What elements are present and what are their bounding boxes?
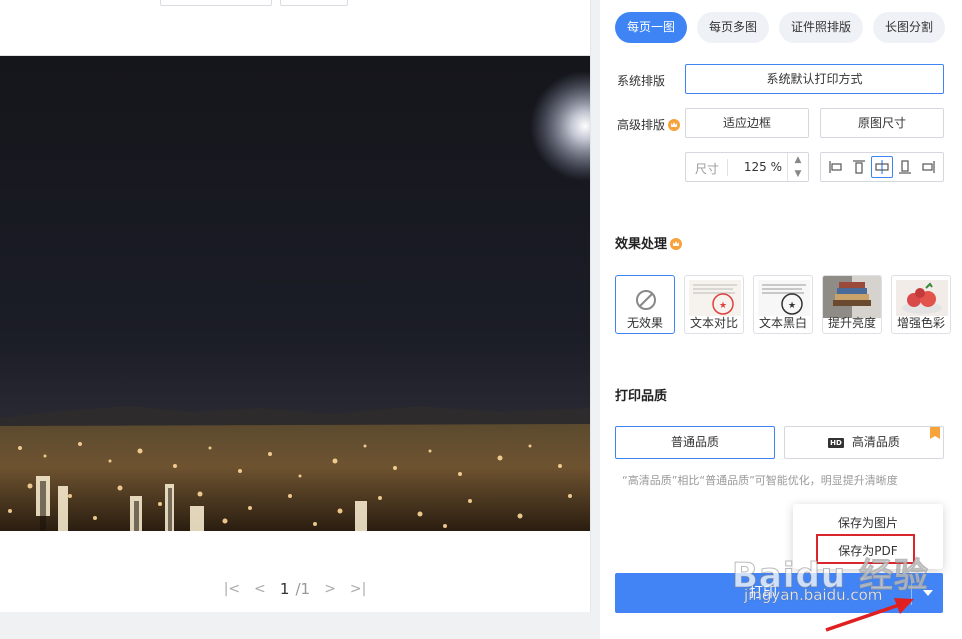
prev-page-icon[interactable]: <	[246, 581, 274, 597]
align-center-icon[interactable]	[870, 156, 893, 178]
toolbar-field-2[interactable]	[280, 0, 348, 6]
quality-section-title: 打印品质	[615, 389, 668, 404]
night-city-photo	[0, 56, 590, 531]
size-label: 尺寸	[695, 162, 720, 176]
advanced-layout-label: 高级排版	[617, 116, 681, 133]
toolbar-field[interactable]	[160, 0, 272, 6]
effect-color-enhance-label: 增强色彩	[896, 316, 945, 330]
image-preview	[0, 56, 590, 531]
books-photo-icon	[823, 276, 881, 318]
effect-text-bw[interactable]: ★ 文本黑白	[753, 275, 813, 334]
size-separator	[727, 159, 728, 176]
fit-border-button[interactable]: 适应边框	[685, 108, 809, 138]
effect-text-contrast-label: 文本对比	[689, 316, 738, 330]
tab-one-per-page[interactable]: 每页一图	[615, 12, 688, 43]
effect-none[interactable]: 无效果	[615, 275, 675, 334]
total-pages: /1	[295, 580, 311, 598]
stamp-document-icon: ★	[689, 280, 741, 316]
save-as-image-item[interactable]: 保存为图片	[793, 514, 943, 531]
alignment-group	[820, 152, 944, 182]
quality-note: “高清品质”相比“普通品质”可智能优化，明显提升清晰度	[622, 474, 898, 487]
size-up-icon[interactable]: ▲	[788, 153, 808, 167]
align-bottom-icon[interactable]	[894, 156, 916, 178]
system-default-print-button[interactable]: 系统默认打印方式	[685, 64, 944, 94]
tab-long-image-split[interactable]: 长图分割	[873, 12, 946, 43]
size-stepper[interactable]: 尺寸 125 % ▲ ▼	[685, 152, 809, 182]
effect-color-enhance[interactable]: 增强色彩	[891, 275, 951, 334]
layout-tabs: 每页一图 每页多图 证件照排版 长图分割	[615, 12, 946, 43]
effects-list: 无效果 ★ 文本对比 ★ 文本黑白 提升亮度 增强色彩	[615, 275, 951, 334]
bottom-bar	[0, 612, 600, 639]
bw-stamp-document-icon: ★	[758, 280, 810, 316]
align-top-icon[interactable]	[848, 156, 870, 178]
tab-multi-per-page[interactable]: 每页多图	[697, 12, 770, 43]
effect-text-bw-label: 文本黑白	[758, 316, 807, 330]
effects-section-title: 效果处理	[615, 233, 683, 252]
vip-ribbon-icon	[930, 427, 940, 439]
normal-quality-button[interactable]: 普通品质	[615, 426, 775, 459]
no-effect-icon	[636, 290, 656, 310]
effects-title-text: 效果处理	[615, 237, 668, 252]
tab-id-photo[interactable]: 证件照排版	[779, 12, 864, 43]
current-page: 1	[279, 580, 290, 598]
pager: |< < 1/1 > >|	[0, 578, 590, 600]
size-value[interactable]: 125 %	[736, 160, 782, 174]
size-spinner: ▲ ▼	[787, 153, 808, 181]
align-right-icon[interactable]	[917, 156, 939, 178]
effect-none-label: 无效果	[626, 316, 663, 330]
hd-quality-label: 高清品质	[851, 435, 900, 449]
fruit-bowl-icon	[896, 280, 948, 316]
size-down-icon[interactable]: ▼	[788, 167, 808, 181]
align-left-icon[interactable]	[825, 156, 847, 178]
system-layout-label: 系统排版	[617, 74, 666, 88]
hd-quality-button[interactable]: HD 高清品质	[784, 426, 944, 459]
vip-crown-icon	[670, 238, 683, 250]
svg-text:★: ★	[719, 301, 727, 311]
last-page-icon[interactable]: >|	[344, 581, 372, 597]
red-arrow-icon	[825, 598, 914, 632]
effect-text-contrast[interactable]: ★ 文本对比	[684, 275, 744, 334]
vip-crown-icon	[668, 119, 681, 131]
hd-icon: HD	[828, 438, 844, 448]
first-page-icon[interactable]: |<	[218, 581, 246, 597]
pdf-highlight-box	[816, 534, 915, 564]
effect-brightness-label: 提升亮度	[827, 316, 876, 330]
original-size-button[interactable]: 原图尺寸	[820, 108, 944, 138]
svg-text:★: ★	[788, 301, 796, 311]
effect-brightness[interactable]: 提升亮度	[822, 275, 882, 334]
advanced-layout-text: 高级排版	[617, 118, 666, 132]
next-page-icon[interactable]: >	[316, 581, 344, 597]
preview-toolbar	[0, 0, 590, 56]
preview-pane: |< < 1/1 > >|	[0, 0, 591, 612]
